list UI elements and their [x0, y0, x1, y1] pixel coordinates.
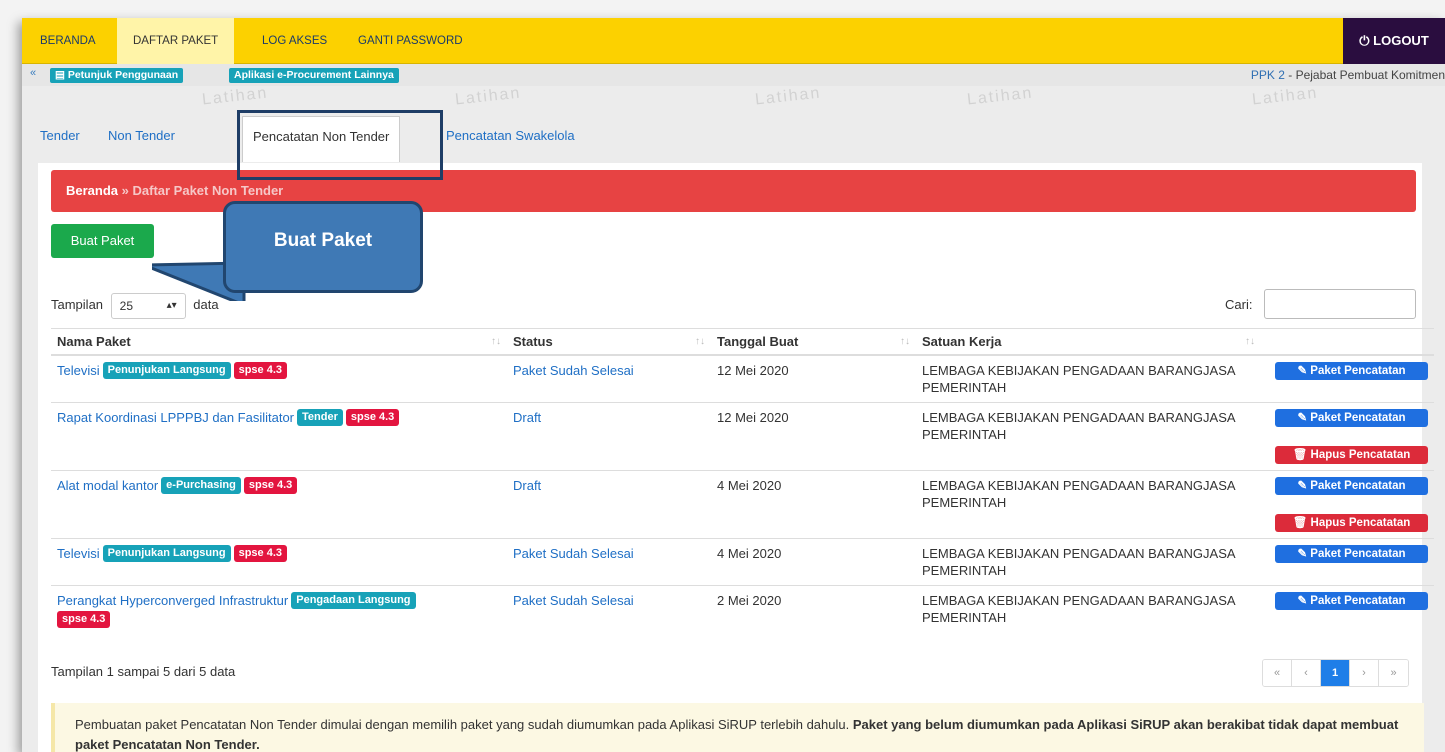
paket-pencatatan-button[interactable]: ✎ Paket Pencatatan	[1275, 361, 1428, 380]
nav-beranda[interactable]: BERANDA	[24, 18, 112, 64]
content-panel: Beranda » Daftar Paket Non Tender Buat P…	[38, 163, 1434, 752]
sub-bar: « ▤ Petunjuk Penggunaan Aplikasi e-Procu…	[22, 64, 1445, 86]
watermark: Latihan	[754, 84, 823, 109]
page-last-button[interactable]: »	[1379, 660, 1408, 686]
version-badge: spse 4.3	[233, 361, 287, 379]
table-row: Rapat Koordinasi LPPPBJ dan Fasilitator T…	[51, 401, 1434, 470]
top-navbar: BERANDA DAFTAR PAKET LOG AKSES GANTI PAS…	[22, 18, 1445, 64]
paket-name-link[interactable]: Televisi	[57, 546, 100, 561]
info-alert: Pembuatan paket Pencatatan Non Tender di…	[51, 703, 1424, 752]
breadcrumb-home[interactable]: Beranda	[66, 183, 118, 198]
nav-ganti-password[interactable]: GANTI PASSWORD	[342, 18, 479, 64]
paket-name-link[interactable]: Alat modal kantor	[57, 478, 158, 493]
edit-icon: ✎	[1297, 479, 1308, 492]
paket-pencatatan-button[interactable]: ✎ Paket Pencatatan	[1275, 476, 1428, 495]
paket-pencatatan-button[interactable]: ✎ Paket Pencatatan	[1275, 408, 1428, 427]
satuan-kerja-cell: LEMBAGA KEBIJAKAN PENGADAAN BARANGJASA P…	[916, 354, 1261, 402]
method-badge: Penunjukan Langsung	[102, 544, 231, 562]
paket-table: Nama Paket ↑↓ Status ↑↓ Tanggal Buat ↑↓ Sat…	[51, 328, 1434, 634]
pagination: « ‹ 1 › »	[1262, 659, 1409, 687]
tab-highlight-box	[237, 110, 443, 180]
nav-daftar-paket[interactable]: DAFTAR PAKET	[117, 18, 235, 64]
annotation-callout: Buat Paket	[223, 201, 423, 293]
paket-name-link[interactable]: Rapat Koordinasi LPPPBJ dan Fasilitator	[57, 410, 294, 425]
tanggal-cell: 12 Mei 2020	[711, 354, 916, 402]
status-link[interactable]: Draft	[513, 478, 541, 493]
edit-icon: ✎	[1297, 364, 1308, 377]
table-row: Televisi Penunjukan Langsung spse 4.3 Pake…	[51, 354, 1434, 402]
column-status[interactable]: Status ↑↓	[507, 328, 711, 356]
page-next-button[interactable]: ›	[1350, 660, 1379, 686]
method-badge: Pengadaan Langsung	[291, 591, 416, 609]
satuan-kerja-cell: LEMBAGA KEBIJAKAN PENGADAAN BARANGJASA P…	[916, 584, 1261, 634]
logout-button[interactable]: ⏻ LOGOUT	[1343, 18, 1445, 64]
book-icon: ▤	[55, 69, 65, 81]
nav-log-akses[interactable]: LOG AKSES	[246, 18, 343, 64]
paket-pencatatan-button[interactable]: ✎ Paket Pencatatan	[1275, 544, 1428, 563]
sort-icon: ↑↓	[900, 336, 910, 347]
sort-icon: ↑↓	[491, 336, 501, 347]
watermark: Latihan	[454, 84, 523, 109]
paket-name-link[interactable]: Televisi	[57, 363, 100, 378]
column-tanggal-buat[interactable]: Tanggal Buat ↑↓	[711, 328, 916, 356]
status-link[interactable]: Draft	[513, 410, 541, 425]
column-nama-paket[interactable]: Nama Paket ↑↓	[51, 328, 507, 356]
tanggal-cell: 2 Mei 2020	[711, 584, 916, 634]
watermark: Latihan	[1251, 84, 1320, 109]
tanggal-cell: 12 Mei 2020	[711, 401, 916, 470]
tanggal-cell: 4 Mei 2020	[711, 469, 916, 538]
table-row: Alat modal kantor e-Purchasing spse 4.3 Dr…	[51, 469, 1434, 538]
trash-icon: 🗑	[1292, 516, 1308, 529]
power-icon: ⏻	[1359, 33, 1370, 48]
edit-icon: ✎	[1297, 411, 1308, 424]
petunjuk-link[interactable]: ▤ Petunjuk Penggunaan	[50, 68, 184, 83]
satuan-kerja-cell: LEMBAGA KEBIJAKAN PENGADAAN BARANGJASA P…	[916, 537, 1261, 585]
buat-paket-button[interactable]: Buat Paket	[51, 224, 154, 258]
user-role: PPK 2 - Pejabat Pembuat Komitmen	[1250, 68, 1445, 82]
browser-frame: BERANDA DAFTAR PAKET LOG AKSES GANTI PAS…	[22, 18, 1445, 752]
table-info: Tampilan 1 sampai 5 dari 5 data	[51, 664, 236, 679]
version-badge: spse 4.3	[233, 544, 287, 562]
satuan-kerja-cell: LEMBAGA KEBIJAKAN PENGADAAN BARANGJASA P…	[916, 469, 1261, 538]
breadcrumb-current: Daftar Paket Non Tender	[132, 183, 284, 198]
paket-name-link[interactable]: Perangkat Hyperconverged Infrastruktur	[57, 593, 288, 608]
version-badge: spse 4.3	[243, 476, 298, 494]
hapus-pencatatan-button[interactable]: 🗑 Hapus Pencatatan	[1275, 513, 1428, 532]
page-first-button[interactable]: «	[1263, 660, 1292, 686]
search-label: Cari:	[1225, 297, 1253, 312]
tanggal-cell: 4 Mei 2020	[711, 537, 916, 585]
status-link[interactable]: Paket Sudah Selesai	[513, 546, 634, 561]
edit-icon: ✎	[1297, 594, 1308, 607]
aplikasi-lainnya-link[interactable]: Aplikasi e-Procurement Lainnya	[229, 68, 399, 83]
version-badge: spse 4.3	[57, 610, 111, 628]
tab-pencatatan-swakelola[interactable]: Pencatatan Swakelola	[446, 116, 575, 162]
watermark: Latihan	[966, 84, 1035, 109]
page-prev-button[interactable]: ‹	[1292, 660, 1321, 686]
paket-pencatatan-button[interactable]: ✎ Paket Pencatatan	[1275, 591, 1428, 610]
page-1-button[interactable]: 1	[1321, 660, 1350, 686]
hapus-pencatatan-button[interactable]: 🗑 Hapus Pencatatan	[1275, 445, 1428, 464]
tab-tender[interactable]: Tender	[40, 116, 80, 162]
method-badge: Penunjukan Langsung	[102, 361, 231, 379]
satuan-kerja-cell: LEMBAGA KEBIJAKAN PENGADAAN BARANGJASA P…	[916, 401, 1261, 470]
sort-icon: ↑↓	[695, 336, 705, 347]
status-link[interactable]: Paket Sudah Selesai	[513, 363, 634, 378]
method-badge: e-Purchasing	[161, 476, 241, 494]
status-link[interactable]: Paket Sudah Selesai	[513, 593, 634, 608]
edit-icon: ✎	[1297, 547, 1308, 560]
table-row: Televisi Penunjukan Langsung spse 4.3 Pake…	[51, 537, 1434, 585]
column-aksi	[1261, 328, 1434, 356]
table-row: Perangkat Hyperconverged Infrastruktur Pe…	[51, 584, 1434, 634]
method-badge: Tender	[297, 408, 343, 426]
watermark: Latihan	[201, 84, 270, 109]
column-satuan-kerja[interactable]: Satuan Kerja ↑↓	[916, 328, 1261, 356]
search-input[interactable]	[1264, 289, 1416, 319]
version-badge: spse 4.3	[345, 408, 400, 426]
trash-icon: 🗑	[1292, 448, 1308, 461]
collapse-chevron-icon[interactable]: «	[30, 67, 36, 79]
tab-non-tender[interactable]: Non Tender	[108, 116, 175, 162]
sort-icon: ↑↓	[1245, 336, 1255, 347]
